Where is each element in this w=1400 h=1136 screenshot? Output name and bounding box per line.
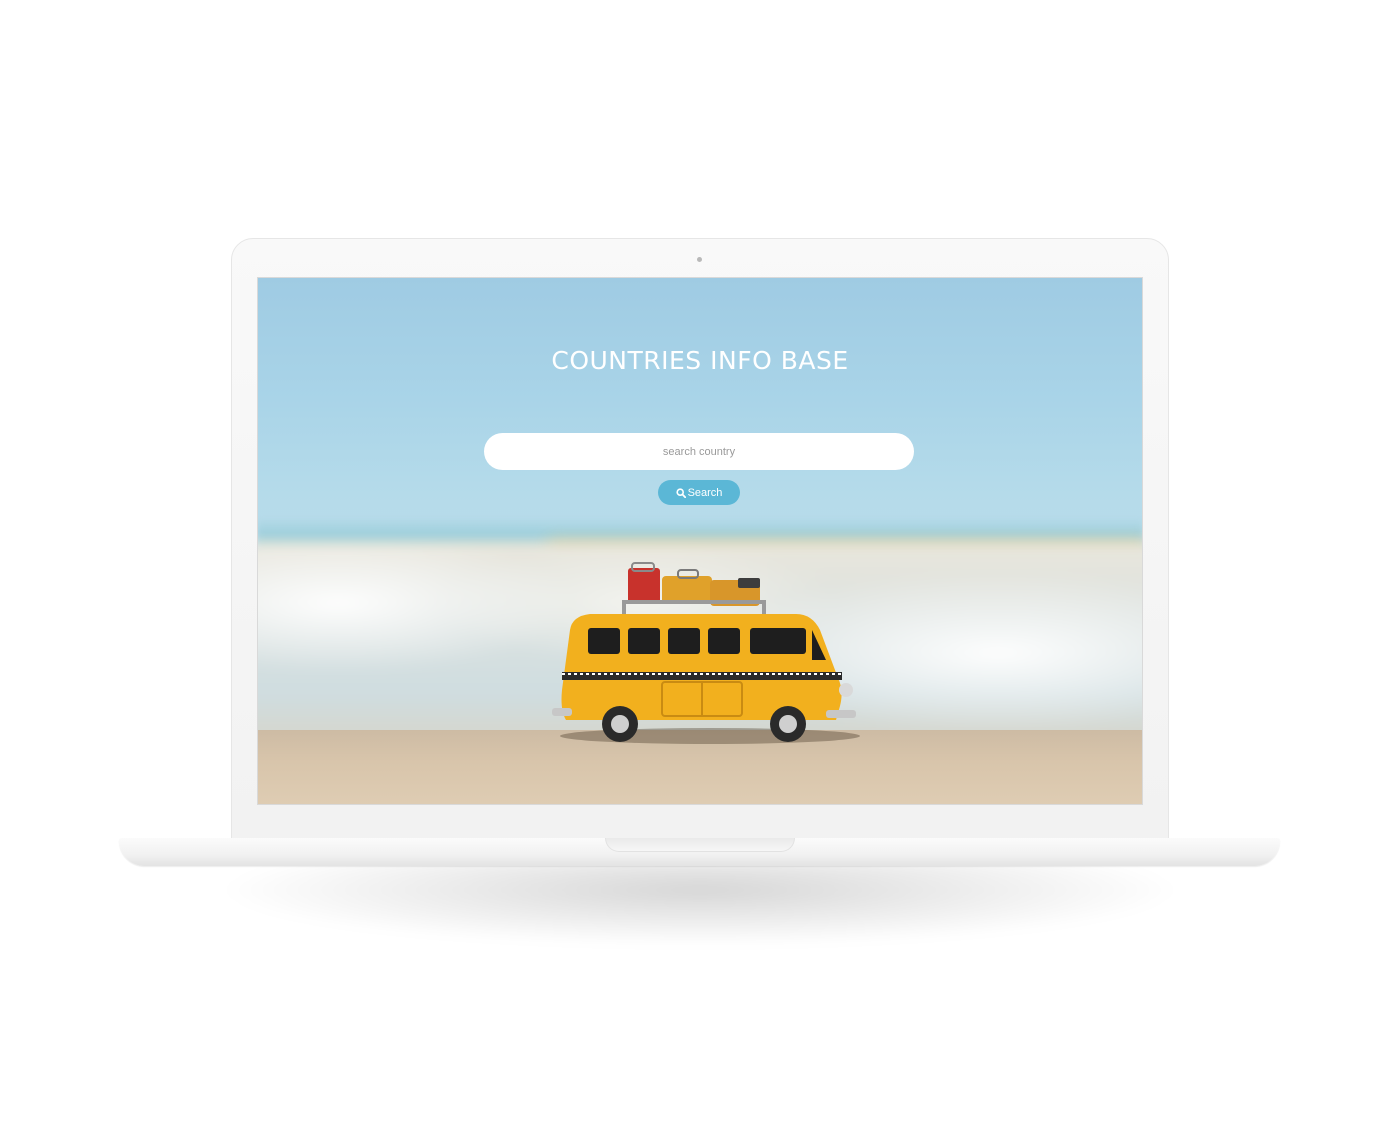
page-title: COUNTRIES INFO BASE xyxy=(551,346,849,375)
search-input[interactable] xyxy=(484,433,914,470)
camera-icon xyxy=(697,257,702,262)
app-screen: COUNTRIES INFO BASE Search xyxy=(257,277,1143,805)
laptop-notch xyxy=(605,838,795,852)
laptop-shadow xyxy=(200,860,1200,970)
toy-bus-image xyxy=(552,562,860,744)
mockup-stage: COUNTRIES INFO BASE Search xyxy=(0,0,1400,1136)
search-button-label: Search xyxy=(687,486,723,499)
background-sky xyxy=(258,278,1142,548)
search-icon xyxy=(675,487,686,498)
search-button[interactable]: Search xyxy=(658,480,740,505)
